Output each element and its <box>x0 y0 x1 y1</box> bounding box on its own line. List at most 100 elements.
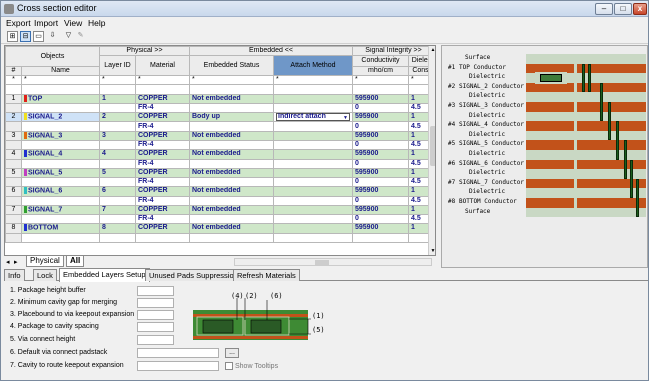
attach-method-cell[interactable] <box>273 149 353 160</box>
dielectric-material-cell[interactable] <box>135 232 190 243</box>
via-connect-height-input[interactable] <box>137 335 174 345</box>
default-padstack-input[interactable] <box>137 348 219 358</box>
dielectric-row[interactable]: FR-4 0 4.5 <box>5 121 435 132</box>
dielectric-row[interactable]: FR-4 0 4.5 <box>5 139 435 151</box>
embedded-status-cell[interactable]: Not embedded <box>189 167 274 179</box>
layer-row-top[interactable]: 1 TOP 1 COPPER Not embedded 595900 1 <box>5 93 435 104</box>
layer-id-cell[interactable]: 8 <box>99 223 136 234</box>
dielectric-conductivity-cell[interactable]: 0 <box>352 158 409 169</box>
menu-help[interactable]: Help <box>88 17 105 29</box>
embedded-group-header[interactable]: Embedded << <box>189 46 353 57</box>
dielectric-conductivity-cell[interactable]: 0 <box>352 102 409 114</box>
minimize-button[interactable]: – <box>595 3 613 15</box>
layer-name-cell[interactable]: BOTTOM <box>21 223 100 234</box>
row-number[interactable]: 7 <box>5 204 22 216</box>
layer-name-cell[interactable]: SIGNAL_3 <box>21 130 100 141</box>
expand-icon[interactable]: ⊞ <box>7 31 18 42</box>
conductivity-cell[interactable]: 595900 <box>352 204 409 216</box>
embedded-component[interactable] <box>540 74 562 82</box>
material-cell[interactable]: COPPER <box>135 204 190 216</box>
attach-method-cell[interactable] <box>273 223 353 234</box>
embedded-status-cell[interactable]: Not embedded <box>189 93 274 104</box>
cavity-route-keepout-input[interactable] <box>137 361 219 371</box>
layer-name-cell[interactable]: SIGNAL_4 <box>21 149 100 160</box>
dropdown-arrow-icon[interactable]: ▼ <box>343 115 348 121</box>
filter-material[interactable]: * <box>135 75 190 86</box>
conductivity-cell[interactable]: 595900 <box>352 149 409 160</box>
material-cell[interactable]: COPPER <box>135 130 190 141</box>
material-header[interactable]: Material <box>135 55 190 77</box>
dielectric-row[interactable]: FR-4 0 4.5 <box>5 158 435 169</box>
filter-icon[interactable]: ▽ <box>63 31 74 42</box>
via[interactable] <box>600 82 603 122</box>
attach-method-cell[interactable]: Indirect attach ▼ <box>273 112 353 123</box>
dielectric-material-cell[interactable]: FR-4 <box>135 214 190 225</box>
layer-name-cell[interactable]: SIGNAL_5 <box>21 167 100 179</box>
material-cell[interactable]: COPPER <box>135 149 190 160</box>
import-icon[interactable]: ⇩ <box>47 31 58 42</box>
layer-id-cell[interactable]: 3 <box>99 130 136 141</box>
conductivity-cell[interactable]: 595900 <box>352 130 409 141</box>
material-cell[interactable]: COPPER <box>135 186 190 197</box>
grid-horizontal-scrollbar[interactable] <box>234 258 432 266</box>
conductivity-cell[interactable]: 595900 <box>352 186 409 197</box>
material-cell[interactable]: COPPER <box>135 112 190 123</box>
show-tooltips-checkbox[interactable] <box>225 362 233 370</box>
dielectric-conductivity-cell[interactable]: 0 <box>352 214 409 225</box>
layer-row-bottom[interactable]: 8 BOTTOM 8 COPPER Not embedded 595900 1 <box>5 223 435 234</box>
layer-id-cell[interactable]: 4 <box>99 149 136 160</box>
tab-refresh-materials[interactable]: Refresh Materials <box>233 269 300 281</box>
placebound-keepout-input[interactable] <box>137 310 174 320</box>
embedded-status-cell[interactable]: Not embedded <box>189 149 274 160</box>
layer-name-cell[interactable]: SIGNAL_2 <box>21 112 100 123</box>
row-number[interactable]: 8 <box>5 223 22 234</box>
dielectric-material-cell[interactable]: FR-4 <box>135 158 190 169</box>
collapse-icon[interactable]: ⊟ <box>20 31 31 42</box>
filter-status[interactable]: * <box>189 75 274 86</box>
menu-view[interactable]: View <box>64 17 82 29</box>
filter-conductivity[interactable]: * <box>352 75 409 86</box>
row-number[interactable]: 5 <box>5 167 22 179</box>
next-tab-icon[interactable]: ▸ <box>14 258 18 266</box>
embedded-status-cell[interactable]: Not embedded <box>189 204 274 216</box>
row-number[interactable]: 4 <box>5 149 22 160</box>
embedded-status-cell[interactable]: Not embedded <box>189 186 274 197</box>
conductivity-header[interactable]: Conductivity <box>352 55 409 67</box>
menu-export[interactable]: Export <box>6 17 31 29</box>
via[interactable] <box>588 63 591 93</box>
attach-method-cell[interactable] <box>273 204 353 216</box>
layer-row-signal_2[interactable]: 2 SIGNAL_2 2 COPPER Body up Indirect attach ▼ 5… <box>5 112 435 123</box>
dielectric-material-cell[interactable]: FR-4 <box>135 139 190 151</box>
clear-filter-icon[interactable]: ✎ <box>75 31 86 42</box>
layer-row-signal_3[interactable]: 3 SIGNAL_3 3 COPPER Not embedded 595900 1 <box>5 130 435 141</box>
layer-name-cell[interactable]: SIGNAL_7 <box>21 204 100 216</box>
dielectric-row[interactable]: FR-4 0 4.5 <box>5 102 435 114</box>
signal-integrity-group-header[interactable]: Signal Integrity >> <box>352 46 435 57</box>
prev-tab-icon[interactable]: ◂ <box>6 258 10 266</box>
filter-layer-id[interactable]: * <box>99 75 136 86</box>
dielectric-conductivity-cell[interactable]: 0 <box>352 195 409 206</box>
scroll-down-icon[interactable]: ▼ <box>429 247 435 255</box>
conductivity-cell[interactable]: 595900 <box>352 223 409 234</box>
material-cell[interactable]: COPPER <box>135 167 190 179</box>
layer-name-cell[interactable]: TOP <box>21 93 100 104</box>
layer-name-cell[interactable]: SIGNAL_6 <box>21 186 100 197</box>
via[interactable] <box>582 63 585 93</box>
dielectric-material-cell[interactable]: FR-4 <box>135 102 190 114</box>
attach-method-cell[interactable] <box>273 186 353 197</box>
layer-id-cell[interactable]: 1 <box>99 93 136 104</box>
tab-physical[interactable]: Physical <box>26 256 64 267</box>
scroll-up-icon[interactable]: ▲ <box>429 46 435 54</box>
layer-id-cell[interactable]: 6 <box>99 186 136 197</box>
grid-vertical-scrollbar[interactable]: ▲ ▼ <box>428 46 435 255</box>
package-height-buffer-input[interactable] <box>137 286 174 296</box>
tab-embedded-layers-setup[interactable]: Embedded Layers Setup <box>59 268 150 282</box>
embedded-status-cell[interactable]: Not embedded <box>189 130 274 141</box>
layer-row-signal_4[interactable]: 4 SIGNAL_4 4 COPPER Not embedded 595900 1 <box>5 149 435 160</box>
material-cell[interactable]: COPPER <box>135 93 190 104</box>
name-header[interactable]: Name <box>21 65 100 77</box>
row-number[interactable]: 6 <box>5 186 22 197</box>
row-number[interactable]: 3 <box>5 130 22 141</box>
layer-row-signal_7[interactable]: 7 SIGNAL_7 7 COPPER Not embedded 595900 1 <box>5 204 435 216</box>
layer-row-signal_5[interactable]: 5 SIGNAL_5 5 COPPER Not embedded 595900 1 <box>5 167 435 179</box>
